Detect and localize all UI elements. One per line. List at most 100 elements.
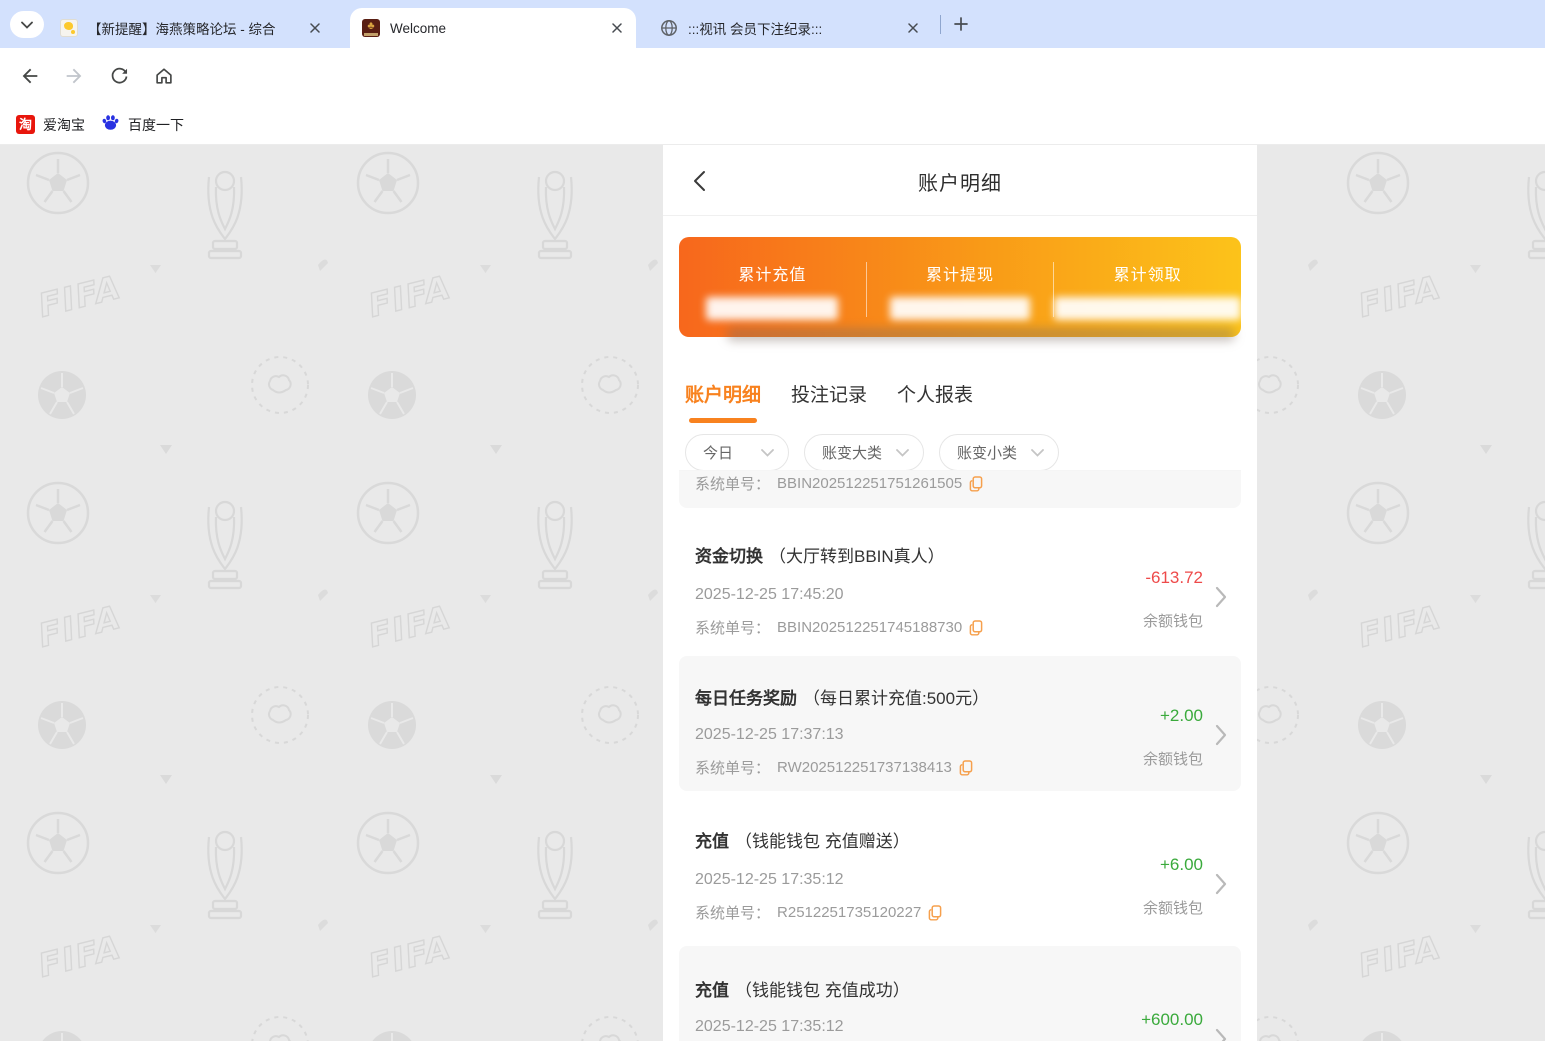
forum-yellow-icon bbox=[60, 19, 78, 37]
transaction-row[interactable]: 充值（钱能钱包 充值赠送） 2025-12-25 17:35:12 系统单号：R… bbox=[679, 801, 1241, 946]
chevron-down-icon bbox=[1031, 449, 1044, 457]
browser-tab-forum[interactable]: 【新提醒】海燕策略论坛 - 综合 bbox=[48, 8, 334, 48]
row-title: 充值（钱能钱包 充值成功） bbox=[695, 976, 1141, 1001]
summary-total-claimed: 累计领取 bbox=[1054, 237, 1241, 337]
tab-title: :::视讯 会员下注纪录::: bbox=[688, 18, 904, 38]
page-title: 账户明细 bbox=[663, 167, 1257, 196]
order-number-line: 系统单号：RW202512251737138413 bbox=[695, 757, 1143, 778]
transaction-row[interactable]: 充值（钱能钱包 充值成功） 2025-12-25 17:35:12 +600.0… bbox=[679, 946, 1241, 1041]
chevron-right-icon bbox=[1215, 586, 1229, 613]
globe-icon bbox=[660, 19, 678, 37]
row-title: 充值（钱能钱包 充值赠送） bbox=[695, 827, 1143, 852]
row-datetime: 2025-12-25 17:35:12 bbox=[695, 1018, 1141, 1036]
order-number-line: 系统单号：R2512251735120227 bbox=[695, 902, 1143, 923]
casino-maroon-icon: ♣ bbox=[362, 19, 380, 37]
browser-tab-video-records[interactable]: :::视讯 会员下注纪录::: bbox=[648, 8, 932, 48]
blurred-value bbox=[1054, 297, 1241, 320]
tab-label: 投注记录 bbox=[791, 385, 867, 406]
account-detail-panel: 账户明细 累计充值 累计提现 累计领取 账户明细 bbox=[663, 145, 1257, 1041]
row-title: 资金切换（大厅转到BBIN真人） bbox=[695, 542, 1143, 567]
forward-button[interactable] bbox=[60, 62, 88, 90]
home-button[interactable] bbox=[150, 62, 178, 90]
home-icon bbox=[153, 65, 175, 87]
transaction-row-clipped[interactable]: 系统单号：BBIN202512251751261505 bbox=[679, 471, 1241, 508]
wallet-label: 余额钱包 bbox=[1143, 610, 1203, 631]
copy-icon[interactable] bbox=[928, 905, 942, 921]
copy-icon[interactable] bbox=[969, 620, 983, 636]
panel-header: 账户明细 bbox=[663, 145, 1257, 216]
tab-title: Welcome bbox=[390, 21, 608, 36]
chevron-right-icon bbox=[1215, 724, 1229, 751]
copy-icon[interactable] bbox=[959, 760, 973, 776]
tab-search-button[interactable] bbox=[10, 11, 44, 38]
row-title: 每日任务奖励（每日累计充值:500元） bbox=[695, 684, 1143, 709]
plus-icon bbox=[954, 17, 968, 31]
close-icon[interactable] bbox=[306, 19, 324, 37]
order-number: RW202512251737138413 bbox=[777, 759, 952, 776]
tab-account-detail[interactable]: 账户明细 bbox=[685, 370, 761, 428]
tab-bet-records[interactable]: 投注记录 bbox=[791, 370, 867, 428]
amount: +6.00 bbox=[1160, 855, 1203, 875]
filter-date-dropdown[interactable]: 今日 bbox=[685, 434, 789, 471]
chevron-down-icon bbox=[21, 21, 33, 29]
browser-tab-welcome[interactable]: ♣ Welcome bbox=[350, 8, 636, 48]
chevron-right-icon bbox=[1215, 1028, 1229, 1041]
order-number: BBIN202512251745188730 bbox=[777, 619, 962, 636]
order-number-line: 系统单号：BBIN202512251745188730 bbox=[695, 617, 1143, 638]
transaction-list: 系统单号：BBIN202512251751261505 资金切换（大厅转到BBI… bbox=[679, 470, 1241, 1041]
chevron-down-icon bbox=[761, 449, 774, 457]
order-label: 系统单号： bbox=[695, 473, 770, 494]
bookmark-label: 爱淘宝 bbox=[43, 115, 85, 135]
filter-bar: 今日 账变大类 账变小类 bbox=[685, 434, 1059, 471]
transaction-row[interactable]: 资金切换（大厅转到BBIN真人） 2025-12-25 17:45:20 系统单… bbox=[679, 508, 1241, 656]
wallet-label: 余额钱包 bbox=[1143, 748, 1203, 769]
row-datetime: 2025-12-25 17:35:12 bbox=[695, 871, 1143, 889]
filter-major-type-dropdown[interactable]: 账变大类 bbox=[804, 434, 924, 471]
filter-label: 今日 bbox=[703, 442, 733, 463]
tab-title: 【新提醒】海燕策略论坛 - 综合 bbox=[88, 18, 306, 38]
amount: +2.00 bbox=[1160, 706, 1203, 726]
tab-label: 个人报表 bbox=[897, 385, 973, 406]
close-icon[interactable] bbox=[608, 19, 626, 37]
chevron-right-icon bbox=[1215, 873, 1229, 900]
row-datetime: 2025-12-25 17:37:13 bbox=[695, 726, 1143, 744]
filter-label: 账变大类 bbox=[822, 442, 882, 463]
filter-label: 账变小类 bbox=[957, 442, 1017, 463]
new-tab-button[interactable] bbox=[948, 11, 974, 37]
page-content: FIFA bbox=[0, 145, 1545, 1041]
close-icon[interactable] bbox=[904, 19, 922, 37]
tab-label: 账户明细 bbox=[685, 385, 761, 406]
tab-personal-report[interactable]: 个人报表 bbox=[897, 370, 973, 428]
summary-card: 累计充值 累计提现 累计领取 bbox=[679, 237, 1241, 337]
baidu-paw-icon bbox=[101, 113, 120, 137]
filter-minor-type-dropdown[interactable]: 账变小类 bbox=[939, 434, 1059, 471]
amount: +600.00 bbox=[1141, 1010, 1203, 1030]
blurred-strip bbox=[727, 328, 1235, 341]
blurred-value bbox=[890, 297, 1030, 320]
transaction-row[interactable]: 每日任务奖励（每日累计充值:500元） 2025-12-25 17:37:13 … bbox=[679, 656, 1241, 791]
order-number: R2512251735120227 bbox=[777, 904, 921, 921]
chevron-down-icon bbox=[896, 449, 909, 457]
summary-label: 累计提现 bbox=[867, 261, 1054, 285]
back-button[interactable] bbox=[16, 62, 44, 90]
browser-toolbar: 175616.cc/reports/index?tab=0 bbox=[0, 48, 1545, 105]
reload-icon bbox=[109, 66, 130, 87]
browser-tab-strip: 【新提醒】海燕策略论坛 - 综合 ♣ Welcome :::视讯 会员下注纪录:… bbox=[0, 0, 1545, 48]
bookmarks-bar: 淘 爱淘宝 百度一下 bbox=[0, 105, 1545, 145]
reload-button[interactable] bbox=[105, 62, 133, 90]
wallet-label: 余额钱包 bbox=[1143, 897, 1203, 918]
taobao-icon: 淘 bbox=[16, 115, 35, 134]
back-arrow-icon bbox=[19, 65, 41, 87]
summary-label: 累计充值 bbox=[679, 261, 866, 285]
bookmark-taobao[interactable]: 淘 爱淘宝 bbox=[16, 115, 85, 135]
summary-total-withdraw: 累计提现 bbox=[867, 237, 1054, 337]
summary-total-deposit: 累计充值 bbox=[679, 237, 866, 337]
amount: -613.72 bbox=[1145, 568, 1203, 588]
bookmark-label: 百度一下 bbox=[128, 115, 184, 135]
row-datetime: 2025-12-25 17:45:20 bbox=[695, 586, 1143, 604]
summary-label: 累计领取 bbox=[1054, 261, 1241, 285]
blurred-value bbox=[706, 297, 838, 320]
copy-icon[interactable] bbox=[969, 476, 983, 492]
bookmark-baidu[interactable]: 百度一下 bbox=[101, 113, 184, 137]
report-tabs: 账户明细 投注记录 个人报表 bbox=[685, 370, 973, 428]
